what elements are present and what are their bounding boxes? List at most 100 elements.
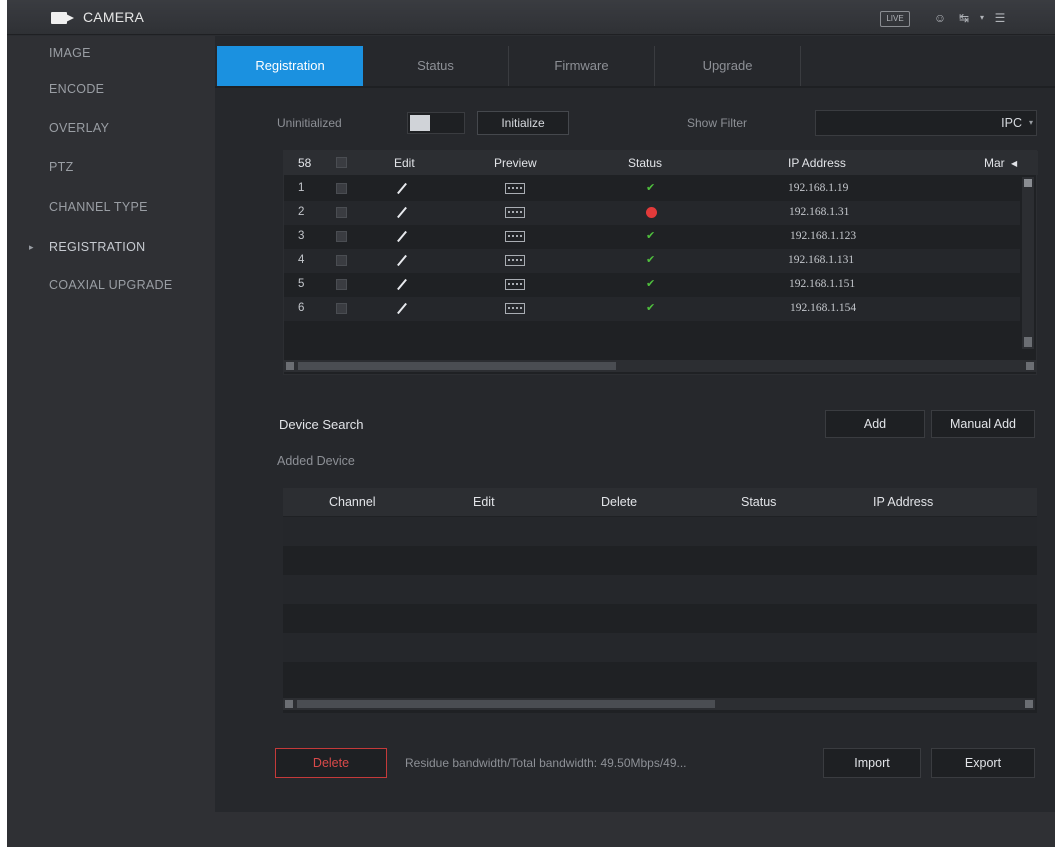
menu-icon[interactable]: ☰ — [993, 10, 1007, 26]
added-device-label: Added Device — [277, 454, 355, 468]
delete-button[interactable]: Delete — [275, 748, 387, 778]
chevron-down-icon: ▾ — [1028, 118, 1033, 127]
table-row[interactable]: 1 ✔ 192.168.1.19 — [284, 177, 1020, 201]
sidebar-item-registration[interactable]: ▸ REGISTRATION — [7, 230, 215, 264]
tab-registration[interactable]: Registration — [217, 46, 363, 86]
edit-icon[interactable] — [396, 231, 408, 243]
column-header-ip: IP Address — [873, 495, 934, 509]
table-row[interactable]: 5 ✔ 192.168.1.151 — [284, 273, 1020, 297]
sidebar-item-overlay[interactable]: OVERLAY — [7, 111, 215, 145]
camera-icon — [51, 12, 75, 24]
sidebar-item-label: IMAGE — [49, 46, 91, 60]
sidebar-item-label: CHANNEL TYPE — [49, 200, 148, 214]
toggle-knob — [410, 115, 430, 131]
sidebar-item-encode[interactable]: ENCODE — [7, 72, 215, 106]
edit-icon[interactable] — [396, 303, 408, 315]
table-header: Channel Edit Delete Status IP Address — [283, 488, 1037, 516]
tab-upgrade[interactable]: Upgrade — [655, 46, 801, 86]
sidebar: IMAGE ENCODE OVERLAY PTZ CHANNEL TYPE ▸ … — [7, 36, 215, 847]
row-number: 6 — [298, 302, 305, 314]
horizontal-scrollbar[interactable] — [283, 698, 1035, 710]
row-number: 5 — [298, 278, 305, 290]
device-search-button[interactable]: Device Search — [277, 412, 389, 438]
row-checkbox[interactable] — [336, 231, 347, 242]
sidebar-item-label: OVERLAY — [49, 121, 110, 135]
table-row[interactable]: 2 192.168.1.31 — [284, 201, 1020, 225]
tab-status[interactable]: Status — [363, 46, 509, 86]
tab-divider — [215, 86, 1055, 88]
scroll-left-arrow[interactable] — [286, 362, 294, 370]
scroll-down-arrow[interactable] — [1024, 337, 1032, 347]
preview-icon[interactable] — [505, 231, 525, 242]
row-checkbox[interactable] — [336, 255, 347, 266]
column-header-edit: Edit — [473, 495, 495, 509]
tab-firmware[interactable]: Firmware — [509, 46, 655, 86]
horizontal-scrollbar[interactable] — [284, 360, 1036, 372]
preview-icon[interactable] — [505, 303, 525, 314]
row-checkbox[interactable] — [336, 207, 347, 218]
table-row — [283, 662, 1037, 691]
sidebar-item-label: ENCODE — [49, 82, 105, 96]
vertical-scrollbar[interactable] — [1022, 177, 1034, 349]
select-all-checkbox[interactable] — [336, 157, 347, 168]
table-header: 58 Edit Preview Status IP Address Mar ◀ — [284, 151, 1038, 175]
edit-icon[interactable] — [396, 255, 408, 267]
edit-icon[interactable] — [396, 207, 408, 219]
sidebar-item-channel-type[interactable]: CHANNEL TYPE — [7, 190, 215, 224]
column-header-count: 58 — [298, 156, 312, 170]
column-header-delete: Delete — [601, 495, 638, 509]
table-row[interactable]: 6 ✔ 192.168.1.154 — [284, 297, 1020, 321]
add-button[interactable]: Add — [825, 410, 925, 438]
chevron-right-icon: ▸ — [29, 242, 34, 252]
table-row[interactable]: 3 ✔ 192.168.1.123 — [284, 225, 1020, 249]
scroll-left-arrow[interactable] — [285, 700, 293, 708]
edit-icon[interactable] — [396, 183, 408, 195]
table-row — [283, 575, 1037, 604]
row-number: 4 — [298, 254, 305, 266]
main-panel: Registration Status Firmware Upgrade Uni… — [215, 36, 1055, 812]
ip-address-cell: 192.168.1.154 — [790, 302, 857, 314]
export-button[interactable]: Export — [931, 748, 1035, 778]
sidebar-item-ptz[interactable]: PTZ — [7, 150, 215, 184]
table-row[interactable]: 4 ✔ 192.168.1.131 — [284, 249, 1020, 273]
edit-icon[interactable] — [396, 279, 408, 291]
status-ok-icon: ✔ — [646, 182, 656, 194]
manual-add-button[interactable]: Manual Add — [931, 410, 1035, 438]
sidebar-item-label: REGISTRATION — [49, 240, 146, 254]
app-window: CAMERA LIVE ☺ ↹ ▾ ☰ IMAGE ENCODE OVERLAY… — [7, 0, 1055, 847]
sidebar-item-coaxial-upgrade[interactable]: COAXIAL UPGRADE — [7, 268, 215, 302]
column-header-manufacturer: Mar — [984, 156, 1005, 170]
scroll-thumb[interactable] — [1024, 179, 1032, 187]
column-header-channel: Channel — [329, 495, 376, 509]
scroll-thumb[interactable] — [298, 362, 616, 370]
chevron-down-icon[interactable]: ▾ — [975, 10, 989, 26]
ip-address-cell: 192.168.1.151 — [789, 278, 856, 290]
sidebar-item-image[interactable]: IMAGE — [7, 36, 215, 70]
preview-icon[interactable] — [505, 279, 525, 290]
status-ok-icon: ✔ — [646, 302, 656, 314]
logout-icon[interactable]: ↹ — [957, 10, 971, 26]
preview-icon[interactable] — [505, 207, 525, 218]
ip-address-cell: 192.168.1.31 — [789, 206, 850, 218]
sidebar-item-label: COAXIAL UPGRADE — [49, 278, 173, 292]
row-checkbox[interactable] — [336, 303, 347, 314]
status-ok-icon: ✔ — [646, 254, 656, 266]
live-button[interactable]: LIVE — [880, 11, 910, 27]
row-number: 3 — [298, 230, 305, 242]
initialize-button[interactable]: Initialize — [477, 111, 569, 135]
row-checkbox[interactable] — [336, 279, 347, 290]
import-button[interactable]: Import — [823, 748, 921, 778]
preview-icon[interactable] — [505, 255, 525, 266]
row-checkbox[interactable] — [336, 183, 347, 194]
scroll-right-arrow[interactable] — [1025, 700, 1033, 708]
scroll-right-arrow[interactable] — [1026, 362, 1034, 370]
scroll-thumb[interactable] — [297, 700, 715, 708]
user-icon[interactable]: ☺ — [933, 10, 947, 26]
show-filter-label: Show Filter — [687, 116, 748, 130]
chevron-left-icon[interactable]: ◀ — [1011, 159, 1017, 168]
column-header-ip: IP Address — [788, 156, 846, 170]
table-row — [283, 604, 1037, 633]
show-filter-select[interactable]: IPC ▾ — [815, 110, 1037, 136]
preview-icon[interactable] — [505, 183, 525, 194]
uninitialized-toggle[interactable] — [407, 112, 465, 134]
